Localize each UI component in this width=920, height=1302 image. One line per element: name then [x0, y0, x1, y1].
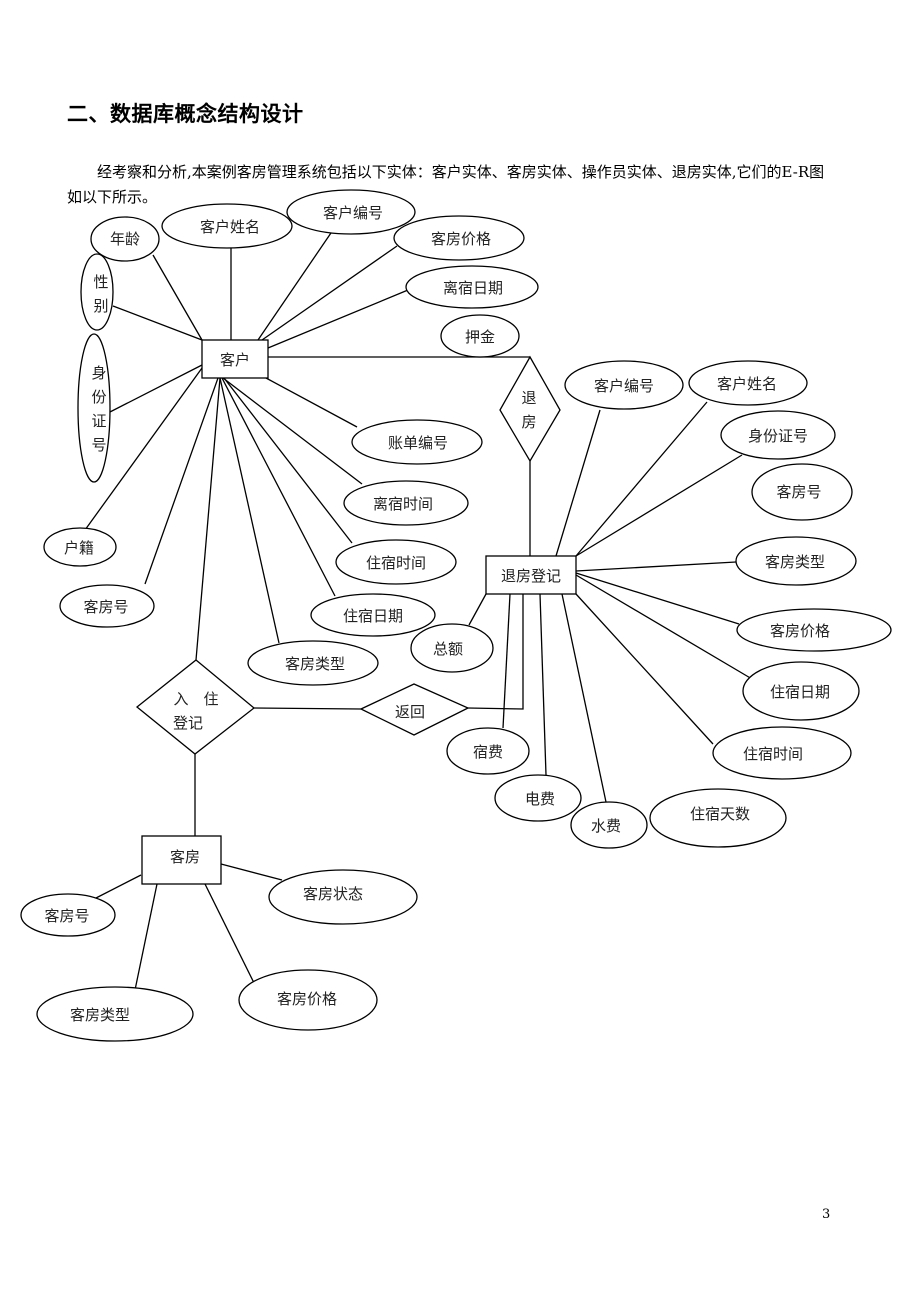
svg-text:账单编号: 账单编号 — [388, 434, 448, 452]
attr-room-no: 客房号 — [59, 584, 155, 628]
svg-text:住宿日期: 住宿日期 — [770, 683, 830, 701]
svg-text:份: 份 — [91, 388, 106, 406]
attr-co-customer-name: 客户姓名 — [688, 360, 808, 406]
attr-gender: 性 别 — [80, 253, 114, 331]
svg-text:号: 号 — [91, 436, 106, 454]
svg-text:离宿日期: 离宿日期 — [443, 279, 503, 297]
svg-text:客房类型: 客房类型 — [70, 1006, 130, 1024]
svg-text:客户编号: 客户编号 — [594, 377, 654, 395]
svg-text:水费: 水费 — [591, 817, 621, 835]
svg-text:客户姓名: 客户姓名 — [200, 218, 260, 236]
attr-co-stay-time: 住宿时间 — [712, 726, 852, 780]
svg-text:客房号: 客房号 — [44, 907, 89, 925]
attr-room-price: 客房价格 — [393, 215, 525, 261]
svg-text:身: 身 — [91, 364, 106, 382]
svg-text:电费: 电费 — [525, 790, 555, 808]
svg-text:客户: 客户 — [220, 351, 250, 369]
svg-text:住宿天数: 住宿天数 — [690, 805, 750, 823]
attr-customer-id: 客户编号 — [286, 189, 416, 235]
attr-customer-name: 客户姓名 — [161, 203, 293, 249]
svg-text:性: 性 — [93, 273, 108, 291]
attr-household: 户籍 — [43, 527, 117, 567]
rel-checkout: 退 房 — [499, 355, 561, 463]
attr-co-stay-date: 住宿日期 — [742, 661, 860, 721]
svg-text:客房状态: 客房状态 — [303, 885, 363, 903]
entity-room: 客房 — [141, 835, 222, 885]
svg-text:客房价格: 客房价格 — [277, 990, 337, 1008]
attr-room-price-2: 客房价格 — [238, 969, 378, 1031]
svg-text:总额: 总额 — [433, 640, 463, 658]
svg-text:客房号: 客房号 — [776, 483, 821, 501]
svg-text:退: 退 — [521, 389, 536, 407]
attr-co-room-type: 客房类型 — [735, 536, 857, 586]
svg-text:客房类型: 客房类型 — [765, 553, 825, 571]
entity-checkout-record: 退房登记 — [485, 555, 577, 595]
er-diagram: 客户 年龄 客户姓名 客户编号 客房价格 离宿日期 押金 性 别 身 份 证 号… — [20, 189, 892, 1042]
svg-text:客户编号: 客户编号 — [323, 204, 383, 222]
attr-co-lodging-fee: 宿费 — [446, 727, 530, 775]
svg-text:住宿时间: 住宿时间 — [743, 745, 803, 763]
attr-leave-date: 离宿日期 — [405, 265, 539, 309]
attr-co-room-price: 客房价格 — [736, 608, 892, 652]
svg-text:房: 房 — [521, 413, 536, 431]
attr-age: 年龄 — [90, 216, 160, 262]
svg-text:住宿时间: 住宿时间 — [366, 554, 426, 572]
attr-co-customer-id: 客户编号 — [564, 360, 684, 410]
attr-co-electric-fee: 电费 — [494, 774, 582, 822]
attr-stay-date: 住宿日期 — [310, 593, 436, 637]
svg-text:离宿时间: 离宿时间 — [373, 495, 433, 513]
svg-text:登记: 登记 — [173, 714, 203, 732]
attr-co-water-fee: 水费 — [570, 801, 648, 849]
attr-stay-time: 住宿时间 — [335, 539, 457, 585]
attr-bill-no: 账单编号 — [351, 419, 483, 465]
svg-text:客房: 客房 — [170, 848, 200, 866]
attr-room-no-2: 客房号 — [20, 893, 116, 937]
attr-leave-time: 离宿时间 — [343, 480, 469, 526]
svg-text:身份证号: 身份证号 — [748, 427, 808, 445]
svg-text:入 住: 入 住 — [173, 690, 218, 708]
rel-checkin: 入 住 登记 — [135, 659, 256, 755]
attr-room-type: 客房类型 — [247, 640, 379, 686]
svg-text:客房价格: 客房价格 — [431, 230, 491, 248]
svg-text:押金: 押金 — [465, 328, 495, 346]
svg-text:返回: 返回 — [395, 703, 425, 721]
svg-text:客户姓名: 客户姓名 — [717, 375, 777, 393]
svg-text:别: 别 — [93, 297, 108, 315]
attr-room-type-2: 客房类型 — [36, 986, 194, 1042]
attr-co-id-card: 身份证号 — [720, 410, 836, 460]
svg-text:住宿日期: 住宿日期 — [343, 607, 403, 625]
svg-text:证: 证 — [91, 412, 106, 430]
svg-text:客房类型: 客房类型 — [285, 655, 345, 673]
entity-customer: 客户 — [201, 339, 269, 379]
rel-return: 返回 — [359, 683, 470, 736]
attr-id-card: 身 份 证 号 — [77, 333, 111, 483]
svg-text:客房价格: 客房价格 — [770, 622, 830, 640]
attr-room-status: 客房状态 — [268, 869, 418, 925]
page-number: 3 — [822, 1207, 831, 1222]
attr-co-stay-days: 住宿天数 — [649, 788, 787, 848]
svg-text:宿费: 宿费 — [473, 743, 503, 761]
svg-text:年龄: 年龄 — [110, 230, 140, 248]
svg-text:退房登记: 退房登记 — [501, 567, 561, 585]
attr-co-total: 总额 — [410, 623, 494, 673]
svg-text:户籍: 户籍 — [64, 539, 94, 557]
attr-co-room-no: 客房号 — [751, 463, 853, 521]
attr-deposit: 押金 — [440, 314, 520, 358]
svg-text:客房号: 客房号 — [83, 598, 128, 616]
